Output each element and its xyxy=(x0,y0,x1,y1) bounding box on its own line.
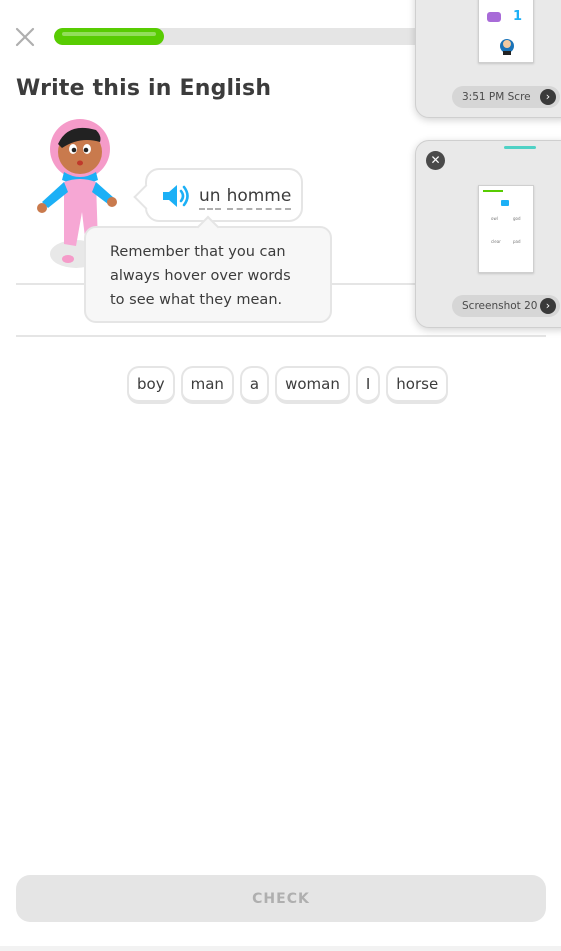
answer-line[interactable] xyxy=(16,335,546,337)
hover-hint-tooltip: Remember that you can always hover over … xyxy=(84,226,332,323)
close-icon[interactable] xyxy=(14,26,36,48)
mini-word: clear xyxy=(491,239,501,244)
progress-fill xyxy=(54,28,164,45)
word-chip-i[interactable]: I xyxy=(355,366,381,404)
mini-word: owl xyxy=(491,216,498,221)
speech-bubble: un homme xyxy=(145,168,303,222)
word-chip-a[interactable]: a xyxy=(239,366,270,404)
screenshot-label-text: Screenshot 20 xyxy=(462,300,538,312)
word-chip-horse[interactable]: horse xyxy=(386,366,449,404)
check-button[interactable]: CHECK xyxy=(16,875,546,922)
word-bank: boy man a woman I horse xyxy=(127,366,449,404)
speaker-icon[interactable] xyxy=(161,183,191,209)
word-chip-man[interactable]: man xyxy=(180,366,234,404)
prompt-word[interactable]: homme xyxy=(226,186,292,210)
screenshot-thumbnail[interactable]: 1 xyxy=(478,0,534,63)
footer-divider xyxy=(0,946,561,951)
tooltip-text: Remember that you can always hover over … xyxy=(110,244,291,308)
chevron-right-icon[interactable]: › xyxy=(540,89,556,105)
screenshot-thumbnail[interactable]: owl god clear pad xyxy=(478,185,534,273)
screenshot-label[interactable]: Screenshot 20 › xyxy=(452,295,560,317)
page-title: Write this in English xyxy=(16,76,272,101)
prompt-word[interactable]: un xyxy=(199,186,221,210)
mini-word: god xyxy=(513,216,521,221)
word-chip-woman[interactable]: woman xyxy=(275,366,350,404)
drag-handle[interactable] xyxy=(504,146,536,149)
chevron-right-icon[interactable]: › xyxy=(540,298,556,314)
screenshot-label[interactable]: 3:51 PM Scre › xyxy=(452,86,560,108)
mini-progress xyxy=(483,190,503,192)
mini-speaker-icon xyxy=(501,200,509,206)
word-chip-boy[interactable]: boy xyxy=(127,366,175,404)
thumbnail-number: 1 xyxy=(513,9,523,24)
mascot-thumbnail-icon xyxy=(487,12,514,55)
screenshot-label-text: 3:51 PM Scre xyxy=(462,91,531,103)
close-icon[interactable]: ✕ xyxy=(426,151,445,170)
screenshot-preview-panel[interactable]: ✕ owl god clear pad Screenshot 20 › xyxy=(415,140,561,328)
prompt-phrase: un homme xyxy=(199,186,292,210)
mini-word: pad xyxy=(513,239,521,244)
screenshot-preview-panel[interactable]: 1 3:51 PM Scre › xyxy=(415,0,561,118)
